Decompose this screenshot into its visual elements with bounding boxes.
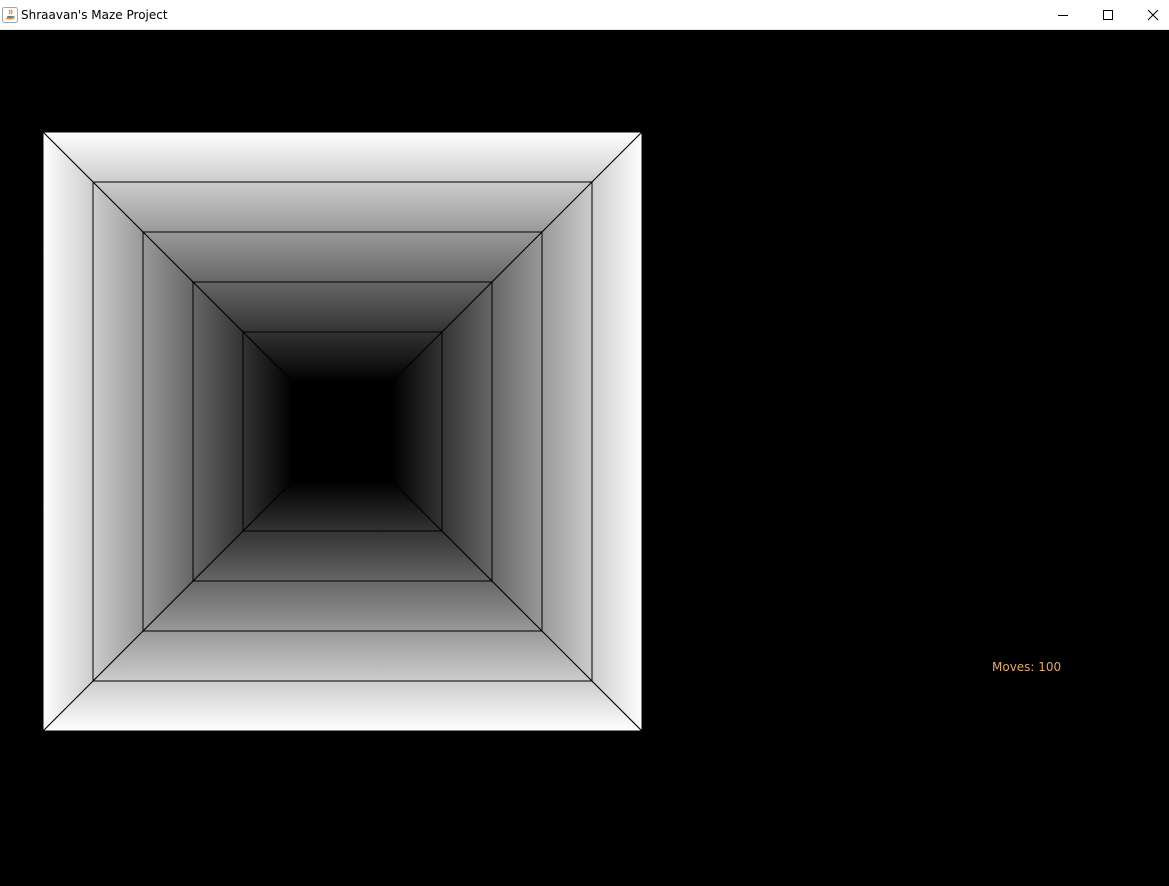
corridor-ceiling-segment	[141, 231, 544, 283]
close-icon	[1147, 9, 1158, 21]
title-bar[interactable]: Shraavan's Maze Project	[0, 0, 1169, 30]
minimize-icon	[1057, 15, 1068, 16]
corridor-far-wall	[293, 382, 392, 481]
minimize-button[interactable]	[1040, 0, 1085, 30]
corridor-left-wall-segment	[92, 180, 144, 683]
corridor-left-wall-segment	[42, 130, 94, 733]
maze-3d-view	[41, 130, 644, 733]
close-button[interactable]	[1130, 0, 1169, 30]
corridor-floor-segment	[141, 580, 544, 632]
moves-counter: Moves: 100	[992, 660, 1062, 674]
corridor-floor-segment	[91, 630, 594, 682]
java-app-icon	[2, 7, 18, 23]
corridor-left-wall-segment	[192, 280, 244, 583]
corridor-floor-segment	[41, 680, 644, 732]
corridor-right-wall-segment	[441, 280, 493, 583]
corridor-right-wall-segment	[591, 130, 643, 733]
corridor-ceiling-segment	[191, 281, 494, 333]
corridor-right-wall-segment	[491, 230, 543, 633]
corridor-left-wall-segment	[142, 230, 194, 633]
corridor-floor-segment	[191, 530, 494, 582]
window-title: Shraavan's Maze Project	[21, 8, 168, 22]
maximize-icon	[1102, 10, 1113, 20]
maximize-button[interactable]	[1085, 0, 1130, 30]
app-window: Shraavan's Maze Project Moves: 100	[0, 0, 1169, 886]
game-canvas[interactable]: Moves: 100	[0, 31, 1169, 886]
corridor-ceiling-segment	[41, 131, 644, 183]
corridor-ceiling-segment	[91, 181, 594, 233]
corridor-right-wall-segment	[541, 180, 593, 683]
